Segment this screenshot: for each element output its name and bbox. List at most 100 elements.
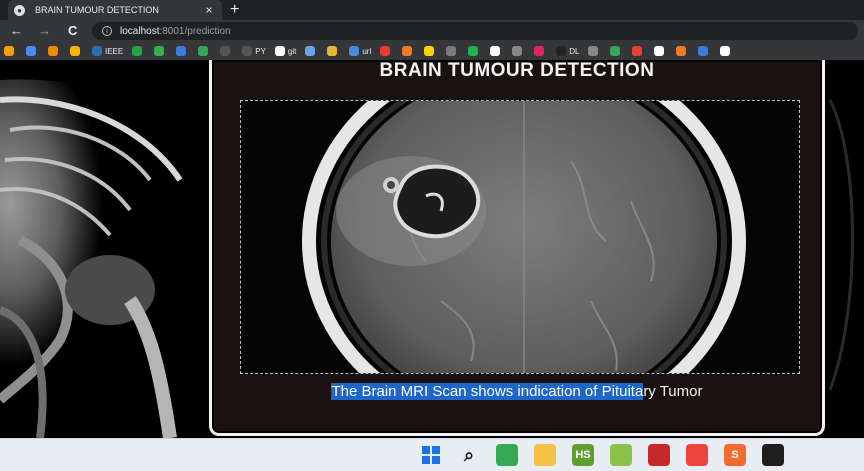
bookmark-favicon-icon: [698, 46, 709, 56]
bookmark-favicon-icon: [490, 46, 501, 56]
app-red-icon[interactable]: [648, 444, 670, 466]
bookmark-favicon-icon: [327, 46, 338, 56]
bookmark-favicon-icon: [468, 46, 479, 56]
bookmark-item[interactable]: [588, 46, 601, 56]
bookmark-item[interactable]: [48, 46, 61, 56]
prediction-result-text: The Brain MRI Scan shows indication of P…: [212, 383, 822, 400]
bookmark-item[interactable]: [305, 46, 318, 56]
page-content: BRAIN TUMOUR DETECTION The Brain MRI Sca…: [0, 60, 864, 438]
bookmark-item[interactable]: IEEE: [92, 46, 123, 56]
bookmark-item[interactable]: [26, 46, 39, 56]
bookmark-item[interactable]: [132, 46, 145, 56]
bookmark-favicon-icon: [274, 46, 285, 56]
bookmark-favicon-icon: [424, 46, 435, 56]
bookmark-favicon-icon: [26, 46, 36, 56]
page-title: BRAIN TUMOUR DETECTION: [379, 60, 655, 81]
windows-start-icon[interactable]: [420, 444, 442, 466]
bookmark-favicon-icon: [402, 46, 413, 56]
bookmark-favicon-icon: [70, 46, 80, 56]
bookmark-item[interactable]: DL: [556, 46, 579, 56]
bookmark-favicon-icon: [48, 46, 58, 56]
bookmark-favicon-icon: [610, 46, 621, 56]
bookmark-item[interactable]: [468, 46, 481, 56]
bookmark-item[interactable]: [654, 46, 667, 56]
anydesk-icon[interactable]: [686, 444, 708, 466]
bookmark-favicon-icon: [92, 46, 102, 56]
bookmark-item[interactable]: [610, 46, 623, 56]
bookmark-item[interactable]: [512, 46, 525, 56]
bookmark-label: git: [287, 46, 297, 56]
bookmark-favicon-icon: [676, 46, 687, 56]
search-icon[interactable]: ⌕: [458, 444, 480, 466]
bookmark-item[interactable]: url: [349, 46, 371, 56]
bookmark-label: url: [362, 46, 372, 56]
bookmark-item[interactable]: [676, 46, 689, 56]
chrome-favicon-icon: ●: [14, 4, 25, 16]
bookmark-favicon-icon: [305, 46, 316, 56]
bookmark-favicon-icon: [349, 46, 360, 56]
bookmark-item[interactable]: [720, 46, 733, 56]
prediction-card: BRAIN TUMOUR DETECTION The Brain MRI Sca…: [209, 60, 825, 436]
bookmark-favicon-icon: [380, 46, 391, 56]
app-s-icon[interactable]: S: [724, 444, 746, 466]
bookmark-label: PY: [255, 46, 266, 56]
info-icon[interactable]: i: [102, 26, 112, 36]
result-selected-text: The Brain MRI Scan shows indication of P…: [331, 383, 644, 400]
bookmark-favicon-icon: [198, 46, 209, 56]
bookmark-item[interactable]: [490, 46, 503, 56]
bookmark-favicon-icon: [588, 46, 599, 56]
tab-title: BRAIN TUMOUR DETECTION: [35, 5, 159, 15]
bookmark-item[interactable]: [632, 46, 645, 56]
app-editor-icon[interactable]: [610, 444, 632, 466]
back-button[interactable]: ←: [10, 23, 23, 39]
app-hs-icon[interactable]: HS: [572, 444, 594, 466]
bookmark-item[interactable]: [327, 46, 340, 56]
bookmark-item[interactable]: git: [274, 46, 297, 56]
bookmark-item[interactable]: [402, 46, 415, 56]
screen: ● BRAIN TUMOUR DETECTION × + ← → C i loc…: [0, 0, 864, 471]
reload-button[interactable]: C: [68, 23, 77, 39]
bookmark-item[interactable]: [698, 46, 711, 56]
windows-taskbar: ⌕ HS S: [0, 438, 864, 471]
bookmark-item[interactable]: [176, 46, 189, 56]
bookmark-item[interactable]: [424, 46, 437, 56]
bookmark-item[interactable]: [70, 46, 83, 56]
bookmark-item[interactable]: [198, 46, 211, 56]
bookmark-item[interactable]: [154, 46, 167, 56]
terminal-icon[interactable]: [762, 444, 784, 466]
bookmarks-bar: IEEE PY git url DL: [0, 42, 864, 60]
chrome-icon[interactable]: [496, 444, 518, 466]
browser-tab-bar: ● BRAIN TUMOUR DETECTION × +: [0, 0, 864, 20]
file-explorer-icon[interactable]: [534, 444, 556, 466]
bookmark-favicon-icon: [242, 46, 253, 56]
bookmark-favicon-icon: [132, 46, 143, 56]
bookmark-favicon-icon: [654, 46, 665, 56]
tab-close-icon[interactable]: ×: [202, 3, 216, 17]
bookmark-label: IEEE: [105, 46, 124, 56]
bookmark-favicon-icon: [4, 46, 14, 56]
bookmark-item[interactable]: [220, 46, 233, 56]
browser-tab[interactable]: ● BRAIN TUMOUR DETECTION ×: [8, 0, 222, 20]
bookmark-item[interactable]: [4, 46, 17, 56]
forward-button[interactable]: →: [38, 23, 51, 39]
url-path: :8001/prediction: [159, 25, 231, 37]
bookmark-favicon-icon: [556, 46, 567, 56]
bookmark-favicon-icon: [720, 46, 731, 56]
bookmark-item[interactable]: [380, 46, 393, 56]
bookmark-favicon-icon: [632, 46, 643, 56]
mri-scan-frame: [240, 100, 800, 374]
bookmark-favicon-icon: [446, 46, 457, 56]
url-host: localhost: [120, 25, 160, 37]
browser-toolbar: ← → C i localhost :8001/prediction: [0, 20, 864, 42]
result-text-rest: ry Tumor: [643, 383, 703, 400]
address-bar[interactable]: i localhost :8001/prediction: [92, 22, 858, 40]
bookmark-item[interactable]: PY: [242, 46, 266, 56]
bookmark-label: DL: [569, 46, 580, 56]
bookmark-item[interactable]: [446, 46, 459, 56]
bookmark-favicon-icon: [534, 46, 545, 56]
bookmark-favicon-icon: [220, 46, 231, 56]
bookmark-item[interactable]: [534, 46, 547, 56]
bookmark-favicon-icon: [512, 46, 523, 56]
new-tab-button[interactable]: +: [230, 1, 239, 19]
uploaded-mri-scan-image: [241, 101, 799, 373]
